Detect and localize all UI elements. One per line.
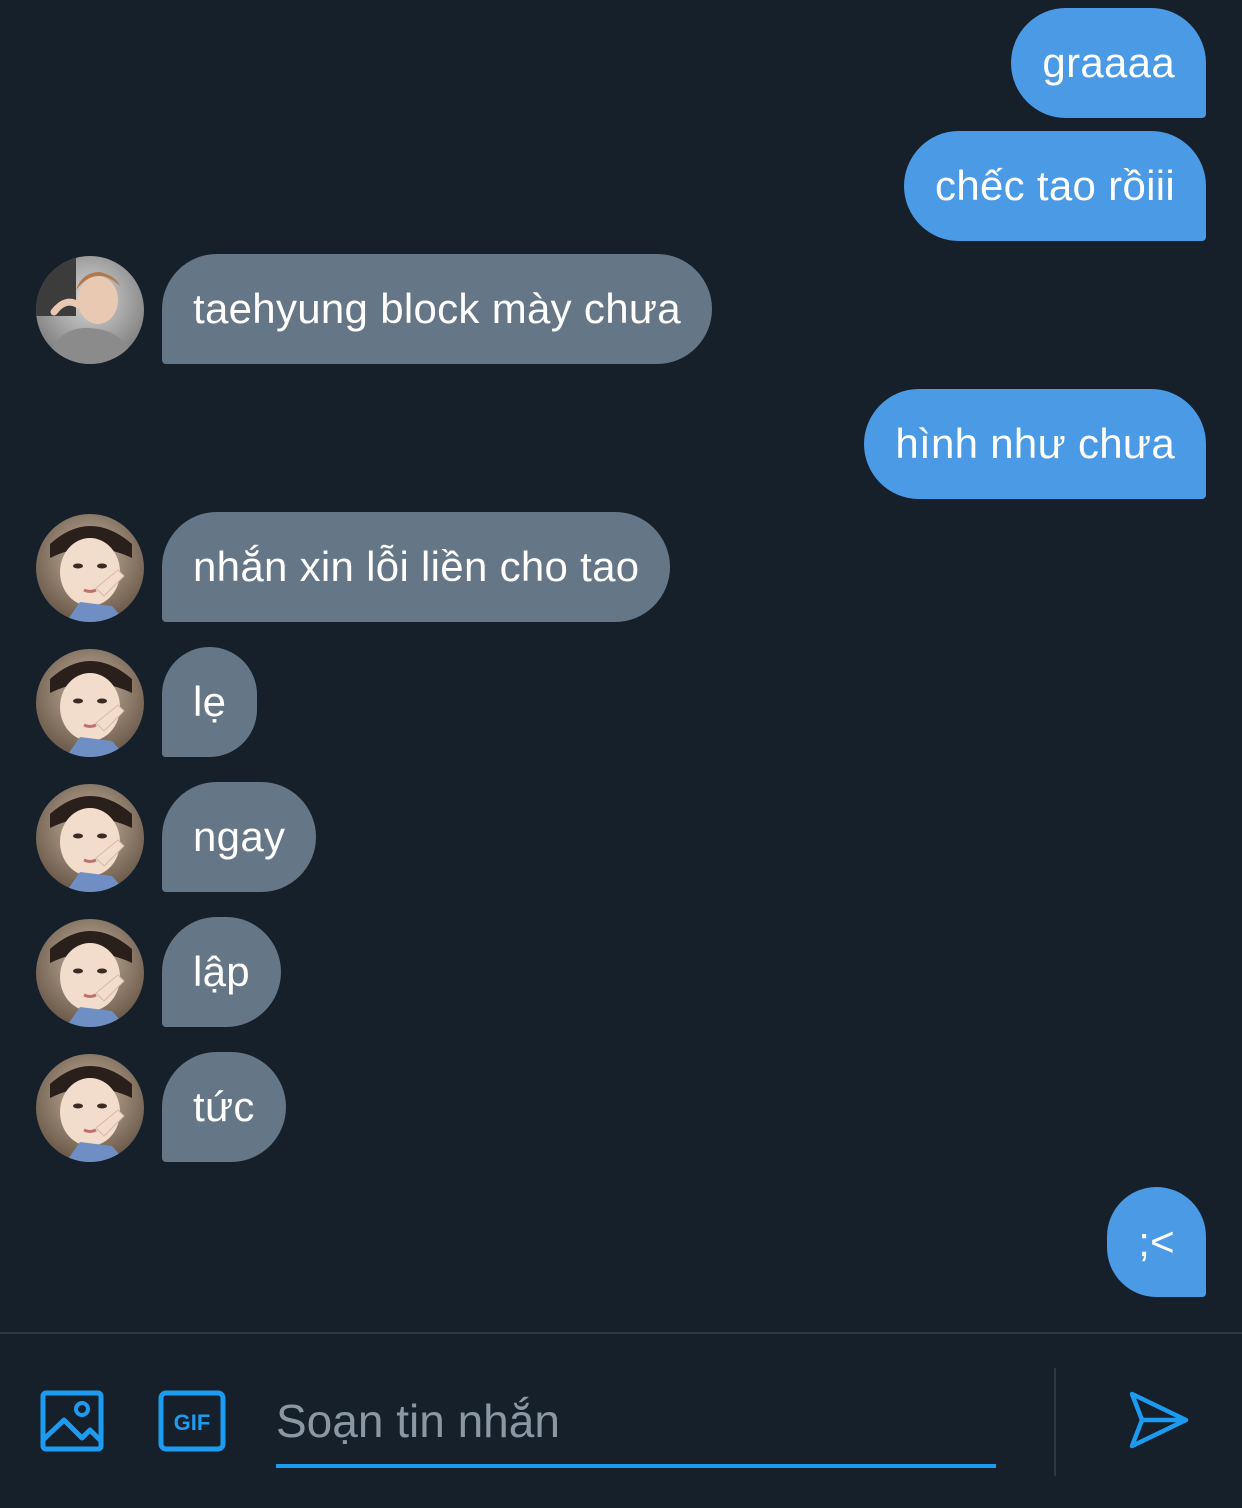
avatar[interactable] (36, 649, 144, 757)
avatar[interactable] (36, 1054, 144, 1162)
gif-icon[interactable]: GIF (158, 1390, 226, 1457)
dm-conversation: graaaa chếc tao rồiii taehyung block mày… (0, 0, 1242, 1508)
message-text: hình như chưa (895, 420, 1175, 467)
message-bubble-incoming[interactable]: taehyung block mày chưa (162, 254, 712, 364)
gif-label: GIF (174, 1410, 211, 1435)
image-icon[interactable] (40, 1390, 104, 1457)
message-text: graaaa (1042, 39, 1175, 86)
message-bubble-outgoing[interactable]: ;< (1107, 1187, 1206, 1297)
message-bubble-outgoing[interactable]: graaaa (1011, 8, 1206, 118)
avatar[interactable] (36, 256, 144, 364)
message-text: ngay (193, 813, 286, 860)
composer-divider (1054, 1368, 1056, 1476)
avatar[interactable] (36, 784, 144, 892)
avatar[interactable] (36, 919, 144, 1027)
message-text: lẹ (193, 678, 227, 725)
message-bubble-incoming[interactable]: lẹ (162, 647, 258, 757)
avatar[interactable] (36, 514, 144, 622)
message-text: taehyung block mày chưa (193, 285, 681, 332)
message-bubble-incoming[interactable]: tức (162, 1052, 286, 1162)
message-bubble-incoming[interactable]: ngay (162, 782, 317, 892)
message-composer: GIF (0, 1332, 1242, 1508)
message-bubble-outgoing[interactable]: hình như chưa (864, 389, 1206, 499)
message-text: lập (193, 948, 250, 995)
message-text: ;< (1138, 1218, 1175, 1265)
message-bubble-incoming[interactable]: nhắn xin lỗi liền cho tao (162, 512, 671, 622)
send-icon[interactable] (1126, 1388, 1190, 1457)
message-text: chếc tao rồiii (935, 162, 1175, 209)
message-bubble-incoming[interactable]: lập (162, 917, 281, 1027)
message-input[interactable] (276, 1378, 996, 1468)
message-text: tức (193, 1083, 255, 1130)
message-text: nhắn xin lỗi liền cho tao (193, 543, 640, 590)
message-bubble-outgoing[interactable]: chếc tao rồiii (904, 131, 1206, 241)
